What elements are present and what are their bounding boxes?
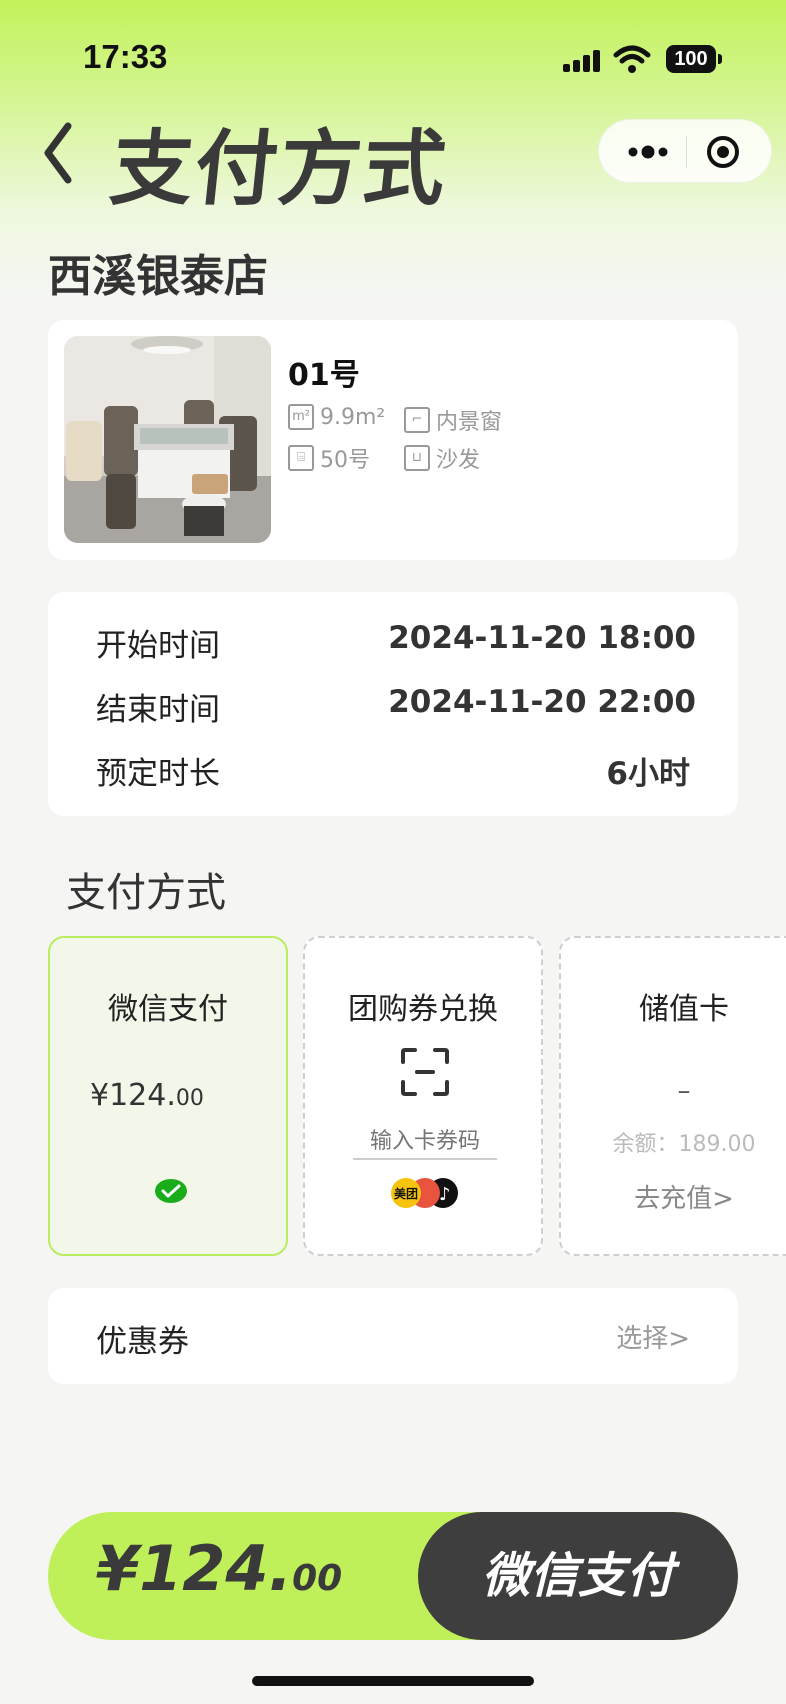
feature-sofa-text: 沙发 [436, 448, 481, 473]
stored-value-card-option[interactable]: 储值卡 – 余额：189.00 去充值> [559, 936, 786, 1256]
stored-value-amount: – [677, 1076, 691, 1106]
payment-section-title: 支付方式 [66, 870, 226, 916]
pay-button[interactable]: 微信支付 [418, 1512, 738, 1640]
table-icon: ⌸ [288, 445, 314, 471]
duration-label: 预定时长 [96, 756, 220, 792]
feature-window: ⌐ 内景窗 [404, 404, 502, 436]
end-time-label: 结束时间 [96, 692, 220, 728]
status-time: 17:33 [83, 38, 168, 75]
svg-text:♪: ♪ [439, 1184, 451, 1205]
back-icon[interactable] [38, 118, 78, 188]
area-icon: m² [288, 404, 314, 430]
wifi-icon [613, 45, 651, 73]
booking-time-card: 开始时间 2024-11-20 18:00 结束时间 2024-11-20 22… [48, 592, 738, 816]
duration-value: 6小时 [606, 756, 690, 792]
checkout-bar: ¥124.00 微信支付 [48, 1512, 738, 1640]
close-miniprogram-icon[interactable] [705, 134, 741, 170]
sofa-icon: ⊔ [404, 445, 430, 471]
wechat-pay-amount: ¥124.00 [90, 1078, 204, 1113]
total-price: ¥124.00 [96, 1532, 343, 1605]
group-voucher-option[interactable]: 团购券兑换 ♪ 美团 [303, 936, 543, 1256]
start-time-label: 开始时间 [96, 628, 220, 664]
scan-icon[interactable] [399, 1046, 451, 1098]
store-name: 西溪银泰店 [48, 251, 268, 302]
end-time-value: 2024-11-20 22:00 [388, 684, 696, 720]
wechat-icon [155, 1179, 187, 1203]
meituan-logo-text: 美团 [394, 1186, 418, 1201]
more-icon[interactable] [623, 140, 673, 164]
coupon-select-link[interactable]: 选择> [616, 1318, 690, 1355]
room-card[interactable]: 01号 m² 9.9m² ⌐ 内景窗 ⌸ 50号 ⊔ 沙发 [48, 320, 738, 560]
stored-value-title: 储值卡 [639, 992, 729, 1027]
home-indicator [252, 1676, 534, 1686]
group-voucher-title: 团购券兑换 [348, 992, 498, 1027]
battery-icon: 100 [666, 45, 722, 73]
recharge-link[interactable]: 去充值> [561, 1178, 786, 1215]
coupon-label: 优惠券 [96, 1324, 189, 1360]
voucher-code-input[interactable] [353, 1124, 497, 1160]
room-name: 01号 [288, 358, 360, 393]
wechat-pay-option[interactable]: 微信支付 ¥124.00 [48, 936, 288, 1256]
stored-value-balance: 余额：189.00 [612, 1132, 756, 1157]
capsule-divider [686, 136, 687, 168]
platform-logos: ♪ 美团 [391, 1178, 458, 1208]
wechat-pay-title: 微信支付 [108, 992, 228, 1027]
feature-area-text: 9.9m² [320, 404, 386, 430]
coupon-row[interactable]: 优惠券 选择> [48, 1288, 738, 1384]
feature-table: ⌸ 50号 [288, 442, 370, 474]
feature-area: m² 9.9m² [288, 404, 385, 430]
feature-table-text: 50号 [320, 448, 370, 473]
window-icon: ⌐ [404, 407, 430, 433]
mini-program-capsule [598, 119, 772, 183]
status-bar: 17:33 100 [0, 0, 786, 110]
feature-sofa: ⊔ 沙发 [404, 442, 480, 474]
feature-window-text: 内景窗 [436, 410, 503, 435]
start-time-value: 2024-11-20 18:00 [388, 620, 696, 656]
signal-icon [563, 50, 603, 72]
room-photo [64, 336, 271, 543]
page-title: 支付方式 [106, 122, 453, 217]
